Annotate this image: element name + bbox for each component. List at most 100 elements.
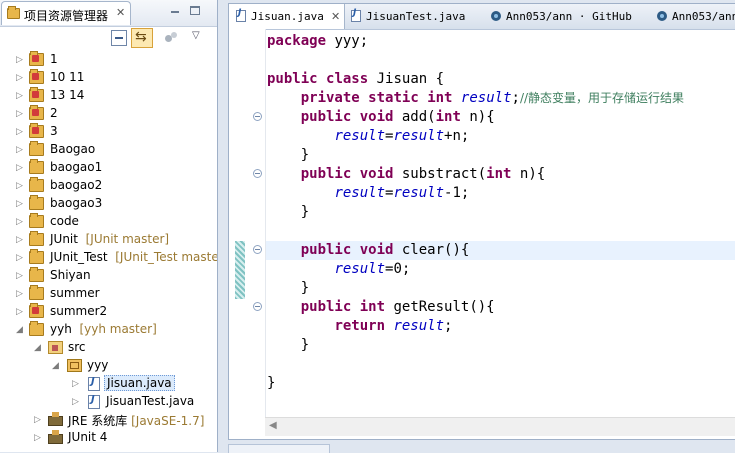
tree-item-src[interactable]: ◢ src — [0, 339, 217, 357]
browser-globe-icon — [657, 11, 667, 21]
tree-item-label: baogao1 — [50, 160, 103, 174]
tab-label: Ann053/ann · GitHub — [506, 10, 632, 23]
scroll-left-icon[interactable]: ◀ — [269, 420, 277, 431]
project-folder-icon — [29, 141, 44, 156]
expand-arrow-icon[interactable]: ▷ — [16, 249, 23, 267]
code-line-9: result=result-1; — [334, 185, 470, 201]
code-line-6: result=result+n; — [334, 128, 470, 144]
tree-item-project-summer[interactable]: ▷ summer — [0, 285, 217, 303]
tree-item-label: src — [68, 340, 86, 354]
project-error-icon — [29, 69, 44, 84]
tree-item-label: yyh [yyh master] — [50, 322, 157, 336]
tree-item-project-baogao2[interactable]: ▷ baogao2 — [0, 177, 217, 195]
minimize-icon[interactable] — [170, 6, 180, 15]
jre-version-label: [JavaSE-1.7] — [131, 414, 205, 428]
view-options-icon[interactable] — [163, 30, 179, 46]
code-line-17: } — [300, 337, 310, 353]
close-icon[interactable]: ✕ — [116, 6, 125, 19]
code-line-1: package yyy; — [267, 33, 369, 49]
maximize-icon[interactable] — [190, 6, 200, 15]
fold-collapse-icon[interactable] — [253, 245, 262, 254]
code-editor: Jisuan.java ✕ JisuanTest.java Ann053/ann… — [228, 3, 735, 440]
tree-item-label: yyy — [87, 358, 109, 372]
java-file-icon — [88, 394, 100, 409]
package-icon — [67, 359, 82, 372]
project-folder-icon — [29, 321, 44, 336]
tree-item-jisuantest-java[interactable]: ▷ JisuanTest.java — [0, 393, 217, 411]
expand-arrow-icon[interactable]: ▷ — [16, 87, 23, 105]
explorer-toolbar — [0, 26, 217, 50]
expand-arrow-icon[interactable]: ▷ — [16, 51, 23, 69]
library-icon — [48, 430, 63, 444]
fold-collapse-icon[interactable] — [253, 169, 262, 178]
tree-item-label: Jisuan.java — [104, 375, 175, 391]
tree-item-project-2[interactable]: ▷ 2 — [0, 105, 217, 123]
tree-item-label: JisuanTest.java — [106, 394, 195, 408]
tree-item-project-13-14[interactable]: ▷ 13 14 — [0, 87, 217, 105]
project-explorer-icon — [7, 6, 20, 19]
tab-github-ann053-2[interactable]: Ann053/ann — [655, 4, 735, 28]
expand-arrow-icon[interactable]: ▷ — [16, 213, 23, 231]
tree-item-project-baogao3[interactable]: ▷ baogao3 — [0, 195, 217, 213]
tab-jisuantest-java[interactable]: JisuanTest.java — [347, 4, 487, 28]
tab-github-ann053[interactable]: Ann053/ann · GitHub — [487, 4, 653, 28]
expand-arrow-icon[interactable]: ▷ — [72, 375, 79, 393]
fold-collapse-icon[interactable] — [253, 112, 262, 121]
close-icon[interactable]: ✕ — [331, 10, 340, 23]
browser-globe-icon — [491, 11, 501, 21]
expand-arrow-icon[interactable]: ▷ — [16, 177, 23, 195]
tab-jisuan-java[interactable]: Jisuan.java ✕ — [229, 4, 345, 29]
code-line-16: return result; — [334, 318, 453, 334]
tree-item-jisuan-java[interactable]: ▷ Jisuan.java — [0, 375, 217, 393]
tree-item-jre-library[interactable]: ▷ JRE 系统库 [JavaSE-1.7] — [0, 411, 217, 429]
expand-arrow-icon[interactable]: ▷ — [16, 159, 23, 177]
tree-item-project-1[interactable]: ▷ 1 — [0, 51, 217, 69]
expand-arrow-icon[interactable]: ▷ — [16, 123, 23, 141]
tree-item-label: 3 — [50, 124, 58, 138]
git-branch-label: [JUnit master] — [85, 232, 170, 246]
tree-item-project-code[interactable]: ▷ code — [0, 213, 217, 231]
tree-item-package-yyy[interactable]: ◢ yyy — [0, 357, 217, 375]
code-line-15: public int getResult(){ — [300, 299, 495, 315]
tree-item-project-10-11[interactable]: ▷ 10 11 — [0, 69, 217, 87]
quick-diff-change-marker — [235, 241, 245, 299]
expand-arrow-icon[interactable]: ▷ — [16, 195, 23, 213]
expand-arrow-icon[interactable]: ▷ — [16, 231, 23, 249]
collapse-all-icon[interactable] — [111, 30, 127, 46]
expand-arrow-icon[interactable]: ▷ — [16, 303, 23, 321]
view-menu-icon[interactable]: ▽ — [192, 30, 208, 46]
link-with-editor-icon[interactable] — [131, 28, 153, 48]
fold-collapse-icon[interactable] — [253, 302, 262, 311]
expand-arrow-icon[interactable]: ▷ — [16, 69, 23, 87]
tree-item-project-baogao[interactable]: ▷ Baogao — [0, 141, 217, 159]
tree-item-project-shiyan[interactable]: ▷ Shiyan — [0, 267, 217, 285]
project-explorer-tab[interactable]: 项目资源管理器 ✕ — [1, 1, 131, 25]
tree-item-project-baogao1[interactable]: ▷ baogao1 — [0, 159, 217, 177]
tree-item-label: 10 11 — [50, 70, 85, 84]
tree-item-project-junit[interactable]: ▷ JUnit [JUnit master] — [0, 231, 217, 249]
code-line-3: public class Jisuan { — [267, 71, 445, 87]
tree-item-project-summer2[interactable]: ▷ summer2 — [0, 303, 217, 321]
tree-item-project-yyh[interactable]: ◢ yyh [yyh master] — [0, 321, 217, 339]
tree-item-junit4-library[interactable]: ▷ JUnit 4 — [0, 429, 217, 447]
tree-item-project-junit-test[interactable]: ▷ JUnit_Test [JUnit_Test master] — [0, 249, 217, 267]
expand-arrow-icon[interactable]: ▷ — [16, 105, 23, 123]
collapse-arrow-icon[interactable]: ◢ — [34, 339, 41, 357]
tree-item-label: baogao2 — [50, 178, 103, 192]
expand-arrow-icon[interactable]: ▷ — [34, 411, 41, 429]
tab-label: Jisuan.java — [251, 10, 324, 23]
library-icon — [48, 412, 63, 426]
expand-arrow-icon[interactable]: ▷ — [16, 141, 23, 159]
tree-item-label: JUnit 4 — [68, 430, 108, 444]
collapse-arrow-icon[interactable]: ◢ — [16, 321, 23, 339]
expand-arrow-icon[interactable]: ▷ — [16, 267, 23, 285]
expand-arrow-icon[interactable]: ▷ — [16, 285, 23, 303]
project-folder-icon — [29, 285, 44, 300]
collapse-arrow-icon[interactable]: ◢ — [52, 357, 59, 375]
expand-arrow-icon[interactable]: ▷ — [72, 393, 79, 411]
tree-item-project-3[interactable]: ▷ 3 — [0, 123, 217, 141]
project-folder-icon — [29, 177, 44, 192]
code-line-19: } — [267, 375, 276, 391]
expand-arrow-icon[interactable]: ▷ — [34, 429, 41, 447]
horizontal-scrollbar[interactable]: ◀ — [265, 417, 735, 436]
